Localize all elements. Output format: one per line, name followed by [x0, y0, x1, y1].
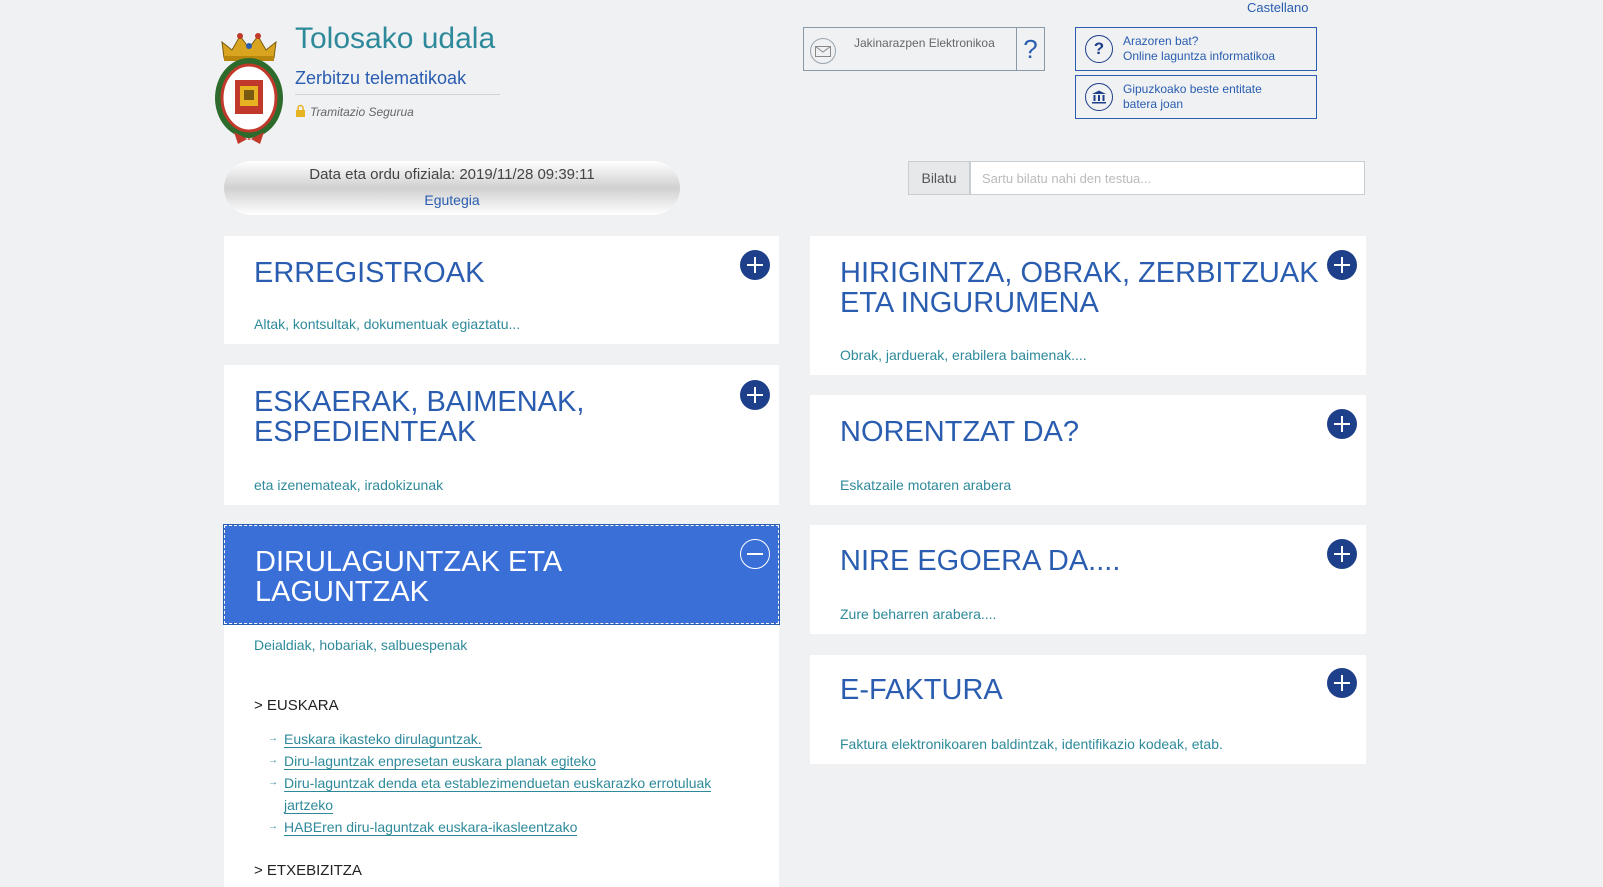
search-button[interactable]: Bilatu	[908, 161, 970, 195]
other-entities-button[interactable]: Gipuzkoako beste entitate batera joan	[1075, 75, 1317, 119]
site-subtitle: Zerbitzu telematikoak	[295, 68, 467, 88]
expand-plus-icon[interactable]	[740, 380, 770, 410]
panel-description: Deialdiak, hobariak, salbuespenak	[254, 637, 468, 653]
panel-title: ERREGISTROAK	[254, 257, 485, 289]
panel-title: E-FAKTURA	[840, 674, 1003, 706]
expand-plus-icon[interactable]	[1327, 250, 1357, 280]
header-divider	[295, 94, 500, 95]
panel-title: HIRIGINTZA, OBRAK, ZERBITZUAK ETA INGURUM…	[840, 257, 1319, 319]
euskara-links-list: Euskara ikasteko dirulaguntzak. Diru-lag…	[268, 728, 738, 838]
expand-plus-icon[interactable]	[1327, 539, 1357, 569]
panel-title: NIRE EGOERA DA....	[840, 545, 1121, 577]
panel-description: Eskatzaile motaren arabera	[840, 477, 1012, 493]
secure-label: Tramitazio Segurua	[295, 104, 414, 120]
subsidy-link[interactable]: Diru-laguntzak enpresetan euskara planak…	[284, 753, 597, 770]
list-item: Diru-laguntzak denda eta establezimendue…	[268, 772, 738, 816]
subsidy-link[interactable]: Euskara ikasteko dirulaguntzak.	[284, 731, 482, 748]
panel-hirigintza[interactable]: HIRIGINTZA, OBRAK, ZERBITZUAK ETA INGURUM…	[810, 236, 1366, 375]
official-datetime: Data eta ordu ofiziala: 2019/11/28 09:39…	[309, 166, 595, 183]
other-entities-label: Gipuzkoako beste entitate batera joan	[1123, 82, 1262, 111]
panel-title: NORENTZAT DA?	[840, 416, 1080, 448]
envelope-icon	[810, 38, 836, 64]
bank-icon	[1085, 83, 1113, 111]
panel-description: Zure beharren arabera....	[840, 606, 997, 622]
collapse-minus-icon[interactable]	[740, 539, 770, 569]
language-link[interactable]: Castellano	[1247, 0, 1308, 15]
notifications-label: Jakinarazpen Elektronikoa	[854, 36, 995, 50]
panel-norentzat[interactable]: NORENTZAT DA? Eskatzaile motaren arabera	[810, 395, 1366, 505]
coat-of-arms-logo	[210, 28, 288, 146]
panel-dirulaguntzak[interactable]: DIRULAGUNTZAK ETA LAGUNTZAK	[223, 524, 780, 625]
list-item: Diru-laguntzak enpresetan euskara planak…	[268, 750, 738, 772]
panel-title: DIRULAGUNTZAK ETA LAGUNTZAK	[255, 546, 563, 608]
subsidy-link[interactable]: Diru-laguntzak denda eta establezimendue…	[284, 775, 712, 814]
panel-eskaerak[interactable]: ESKAERAK, BAIMENAK, ESPEDIENTEAK eta izen…	[224, 365, 779, 505]
secure-text: Tramitazio Segurua	[310, 105, 414, 119]
list-item: HABEren diru-laguntzak euskara-ikasleent…	[268, 816, 738, 838]
site-title: Tolosako udala	[295, 22, 496, 55]
panel-description: eta izenemateak, iradokizunak	[254, 477, 444, 493]
expand-plus-icon[interactable]	[1327, 409, 1357, 439]
panel-nire-egoera[interactable]: NIRE EGOERA DA.... Zure beharren arabera…	[810, 525, 1366, 634]
calendar-link[interactable]: Egutegia	[424, 192, 479, 208]
notifications-help-button[interactable]: ?	[1016, 27, 1045, 71]
panel-title: ESKAERAK, BAIMENAK, ESPEDIENTEAK	[254, 386, 585, 448]
panel-description: Altak, kontsultak, dokumentuak egiaztatu…	[254, 316, 521, 332]
category-etxebizitza: > ETXEBIZITZA	[254, 862, 362, 879]
search-input[interactable]	[970, 161, 1365, 195]
online-help-button[interactable]: ? Arazoren bat? Online laguntza informati…	[1075, 27, 1317, 71]
electronic-notifications-button[interactable]: Jakinarazpen Elektronikoa	[803, 27, 1017, 71]
official-clock: Data eta ordu ofiziala: 2019/11/28 09:39…	[224, 161, 680, 215]
category-euskara: > EUSKARA	[254, 697, 339, 714]
panel-erregistroak[interactable]: ERREGISTROAK Altak, kontsultak, dokument…	[224, 236, 779, 344]
online-help-label: Arazoren bat? Online laguntza informatiko…	[1123, 34, 1276, 63]
expand-plus-icon[interactable]	[740, 250, 770, 280]
panel-description: Obrak, jarduerak, erabilera baimenak....	[840, 347, 1087, 363]
lock-icon	[295, 104, 306, 120]
question-icon: ?	[1085, 35, 1113, 63]
list-item: Euskara ikasteko dirulaguntzak.	[268, 728, 738, 750]
expand-plus-icon[interactable]	[1327, 668, 1357, 698]
subsidy-link[interactable]: HABEren diru-laguntzak euskara-ikasleent…	[284, 819, 578, 836]
panel-description: Faktura elektronikoaren baldintzak, iden…	[840, 736, 1223, 752]
panel-e-faktura[interactable]: E-FAKTURA Faktura elektronikoaren baldin…	[810, 655, 1366, 764]
